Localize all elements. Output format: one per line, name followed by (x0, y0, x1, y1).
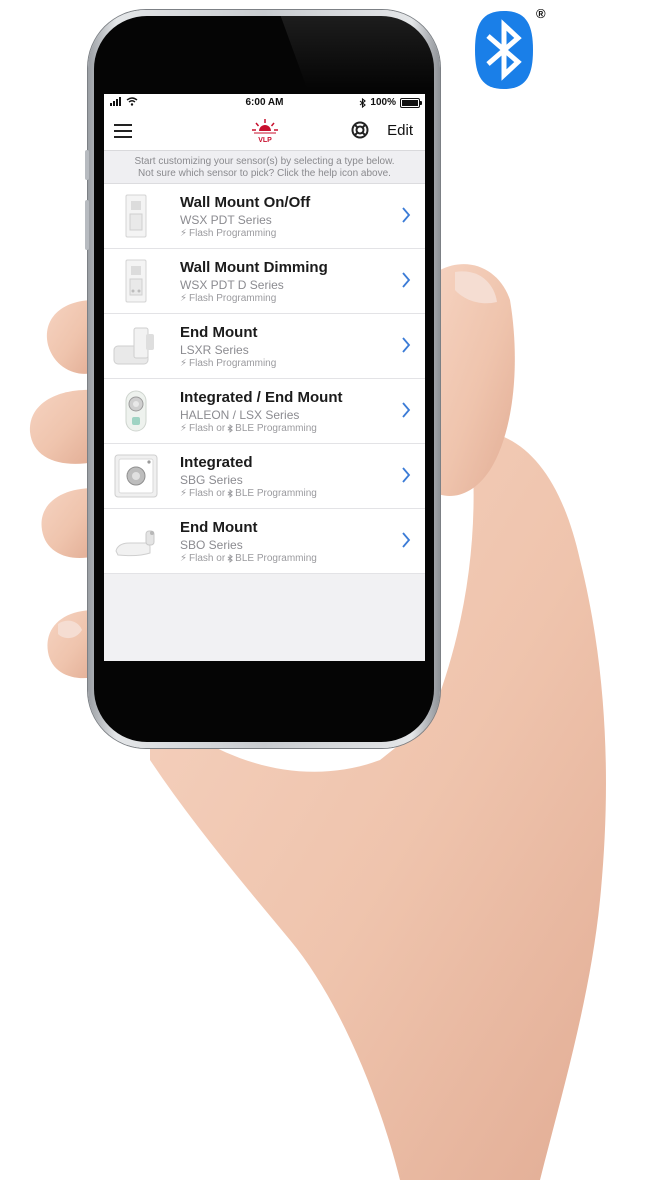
item-title: Wall Mount On/Off (180, 194, 311, 211)
list-item[interactable]: Wall Mount On/Off WSX PDT Series ⚡ Flash… (104, 184, 425, 249)
list-item[interactable]: Wall Mount Dimming WSX PDT D Series ⚡ Fl… (104, 249, 425, 314)
registered-mark: ® (536, 6, 546, 21)
hint-text: Start customizing your sensor(s) by sele… (104, 151, 425, 184)
programming-label: BLE Programming (235, 488, 317, 499)
wall-dimmer-thumbnail (125, 259, 147, 303)
programming-label: Flash Programming (189, 228, 277, 239)
item-title: End Mount (180, 519, 258, 536)
programming-prefix: Flash or (189, 553, 226, 564)
bluetooth-icon (227, 554, 234, 563)
item-title: Integrated (180, 454, 253, 471)
help-icon[interactable] (351, 121, 369, 139)
item-programming: ⚡ Flash Programming (180, 293, 276, 304)
item-programming: ⚡ Flash or BLE Programming (180, 553, 317, 564)
item-title: Wall Mount Dimming (180, 259, 328, 276)
programming-prefix: Flash or (189, 488, 226, 499)
chevron-right-icon (402, 337, 411, 353)
lightning-icon: ⚡ (180, 488, 188, 499)
item-programming: ⚡ Flash Programming (180, 358, 276, 369)
battery-icon (400, 97, 422, 108)
programming-label: Flash Programming (189, 358, 277, 369)
item-subtitle: WSX PDT Series (180, 213, 272, 227)
item-programming: ⚡ Flash or BLE Programming (180, 488, 317, 499)
item-subtitle: LSXR Series (180, 343, 249, 357)
item-subtitle: WSX PDT D Series (180, 278, 284, 292)
status-bar: 6:00 AM 100% (104, 94, 425, 112)
chevron-right-icon (402, 402, 411, 418)
hint-line-1: Start customizing your sensor(s) by sele… (134, 156, 395, 167)
programming-label: BLE Programming (235, 553, 317, 564)
item-programming: ⚡ Flash Programming (180, 228, 276, 239)
volume-up-button (85, 200, 89, 250)
bluetooth-icon (227, 489, 234, 498)
lightning-icon: ⚡ (180, 228, 188, 239)
edit-button[interactable]: Edit (387, 122, 413, 139)
integrated-sensor-thumbnail (114, 454, 158, 498)
app-screen: 6:00 AM 100% VLP Edit Start customizing … (104, 94, 425, 661)
list-item[interactable]: End Mount SBO Series ⚡ Flash or BLE Prog… (104, 509, 425, 574)
lightning-icon: ⚡ (180, 423, 188, 434)
bluetooth-icon (360, 97, 367, 108)
lightning-icon: ⚡ (180, 553, 188, 564)
chevron-right-icon (402, 207, 411, 223)
chevron-right-icon (402, 532, 411, 548)
item-subtitle: SBG Series (180, 473, 243, 487)
item-subtitle: HALEON / LSX Series (180, 408, 300, 422)
vlp-logo: VLP (252, 119, 278, 144)
menu-icon[interactable] (114, 124, 132, 138)
item-subtitle: SBO Series (180, 538, 243, 552)
chevron-right-icon (402, 272, 411, 288)
lightning-icon: ⚡ (180, 358, 188, 369)
end-mount-sbo-thumbnail (115, 530, 155, 557)
chevron-right-icon (402, 467, 411, 483)
programming-prefix: Flash or (189, 423, 226, 434)
list-item[interactable]: Integrated SBG Series ⚡ Flash or BLE Pro… (104, 444, 425, 509)
list-item[interactable]: Integrated / End Mount HALEON / LSX Seri… (104, 379, 425, 444)
item-programming: ⚡ Flash or BLE Programming (180, 423, 317, 434)
end-mount-thumbnail (113, 327, 154, 365)
bluetooth-icon (227, 424, 234, 433)
mute-switch (85, 150, 89, 180)
programming-label: Flash Programming (189, 293, 277, 304)
wall-switch-thumbnail (125, 194, 147, 238)
item-title: End Mount (180, 324, 258, 341)
item-title: Integrated / End Mount (180, 389, 343, 406)
battery-percent: 100% (370, 97, 396, 108)
logo-text: VLP (258, 137, 272, 144)
nav-bar: VLP Edit (104, 112, 425, 151)
list-item[interactable]: End Mount LSXR Series ⚡ Flash Programmin… (104, 314, 425, 379)
hint-line-2: Not sure which sensor to pick? Click the… (138, 168, 391, 179)
programming-label: BLE Programming (235, 423, 317, 434)
integrated-end-mount-thumbnail (125, 390, 147, 432)
lightning-icon: ⚡ (180, 293, 188, 304)
bluetooth-logo (475, 11, 533, 89)
sensor-list: Wall Mount On/Off WSX PDT Series ⚡ Flash… (104, 184, 425, 574)
